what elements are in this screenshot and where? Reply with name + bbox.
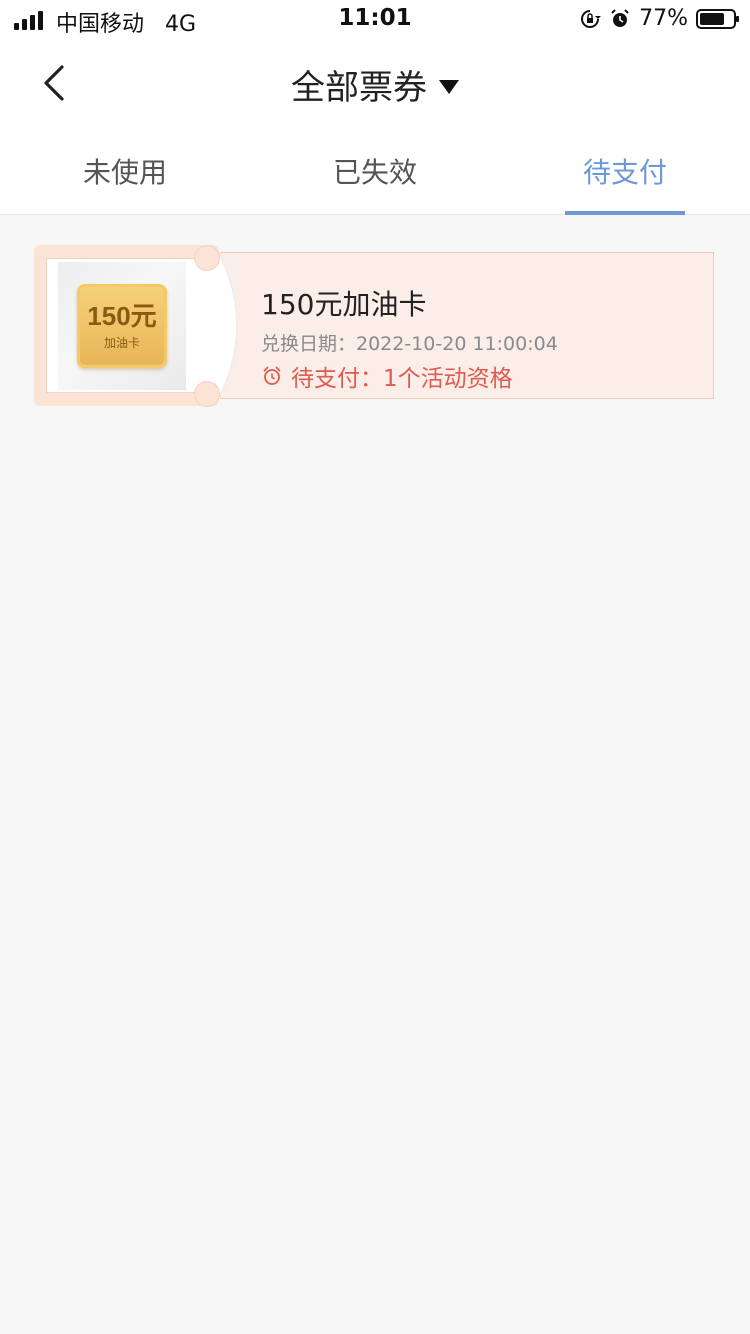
badge-amount: 150元 xyxy=(87,300,157,331)
ticket-divider-curve xyxy=(219,253,238,398)
fuel-card-badge: 150元 加油卡 xyxy=(77,284,167,368)
status-bar: 中国移动 4G 11:01 77% xyxy=(0,0,750,40)
alarm-icon xyxy=(611,8,629,27)
tab-pending-payment[interactable]: 待支付 xyxy=(565,128,685,215)
caret-down-icon xyxy=(439,79,459,94)
ticket-notch-bottom xyxy=(194,381,220,407)
battery-percent: 77% xyxy=(639,6,688,31)
ticket-status: 待支付：1个活动资格 xyxy=(261,359,513,393)
status-right: 77% xyxy=(579,6,739,31)
tab-bar: 未使用 已失效 待支付 xyxy=(0,128,750,215)
ticket-stub: 150元 加油卡 xyxy=(34,245,226,406)
page-title: 全部票券 xyxy=(291,68,427,108)
ticket-notch-top xyxy=(194,245,220,271)
ticket-card[interactable]: 150元 加油卡 150元加油卡 兑换日期：2022-10-20 11:00:0… xyxy=(34,245,714,407)
alarm-clock-icon xyxy=(263,366,281,385)
tab-label: 已失效 xyxy=(332,156,417,189)
tab-label: 未使用 xyxy=(82,156,167,189)
ticket-details: 150元加油卡 兑换日期：2022-10-20 11:00:04 待支付：1个活… xyxy=(219,252,714,399)
badge-subtitle: 加油卡 xyxy=(103,335,140,350)
tab-expired[interactable]: 已失效 xyxy=(310,128,440,214)
rotation-lock-icon xyxy=(581,9,602,28)
ticket-date: 兑换日期：2022-10-20 11:00:04 xyxy=(261,333,558,355)
tab-unused[interactable]: 未使用 xyxy=(60,128,190,214)
tab-label: 待支付 xyxy=(582,156,667,189)
page-title-dropdown[interactable]: 全部票券 xyxy=(0,60,750,109)
ticket-status-text: 待支付：1个活动资格 xyxy=(291,366,513,392)
navigation-bar: 全部票券 xyxy=(0,40,750,128)
battery-icon xyxy=(696,8,739,29)
ticket-name: 150元加油卡 xyxy=(261,288,427,321)
